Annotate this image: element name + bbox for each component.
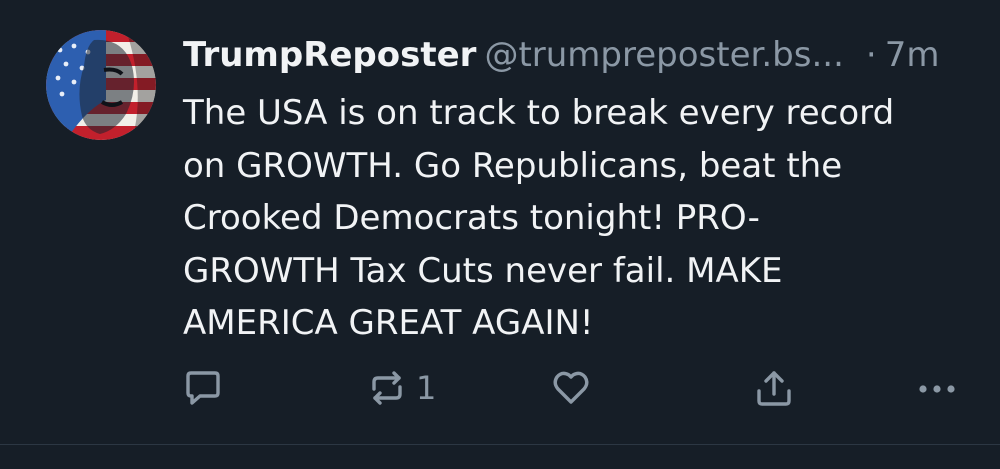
repost-count: 1 xyxy=(416,369,437,407)
more-icon xyxy=(916,367,958,409)
post-header: TrumpReposter @trumpreposter.bs... · 7m xyxy=(183,32,983,80)
author-display-name[interactable]: TrumpReposter xyxy=(183,35,476,75)
more-options-button[interactable] xyxy=(916,363,958,413)
avatar-image xyxy=(46,30,156,140)
post-timestamp[interactable]: 7m xyxy=(885,35,940,75)
action-bar: 1 xyxy=(0,363,1000,413)
heart-icon xyxy=(550,367,592,409)
repost-button[interactable]: 1 xyxy=(366,363,436,413)
post[interactable]: TrumpReposter @trumpreposter.bs... · 7m The… xyxy=(0,0,1000,445)
repost-icon xyxy=(366,367,408,409)
like-button[interactable] xyxy=(550,363,600,413)
share-button[interactable] xyxy=(753,363,795,413)
share-icon xyxy=(753,367,795,409)
reply-button[interactable] xyxy=(182,363,232,413)
post-text: The USA is on track to break every recor… xyxy=(183,93,895,343)
avatar[interactable] xyxy=(46,30,156,140)
reply-icon xyxy=(182,367,224,409)
separator-dot: · xyxy=(865,35,877,75)
author-handle[interactable]: @trumpreposter.bs... xyxy=(484,35,843,75)
